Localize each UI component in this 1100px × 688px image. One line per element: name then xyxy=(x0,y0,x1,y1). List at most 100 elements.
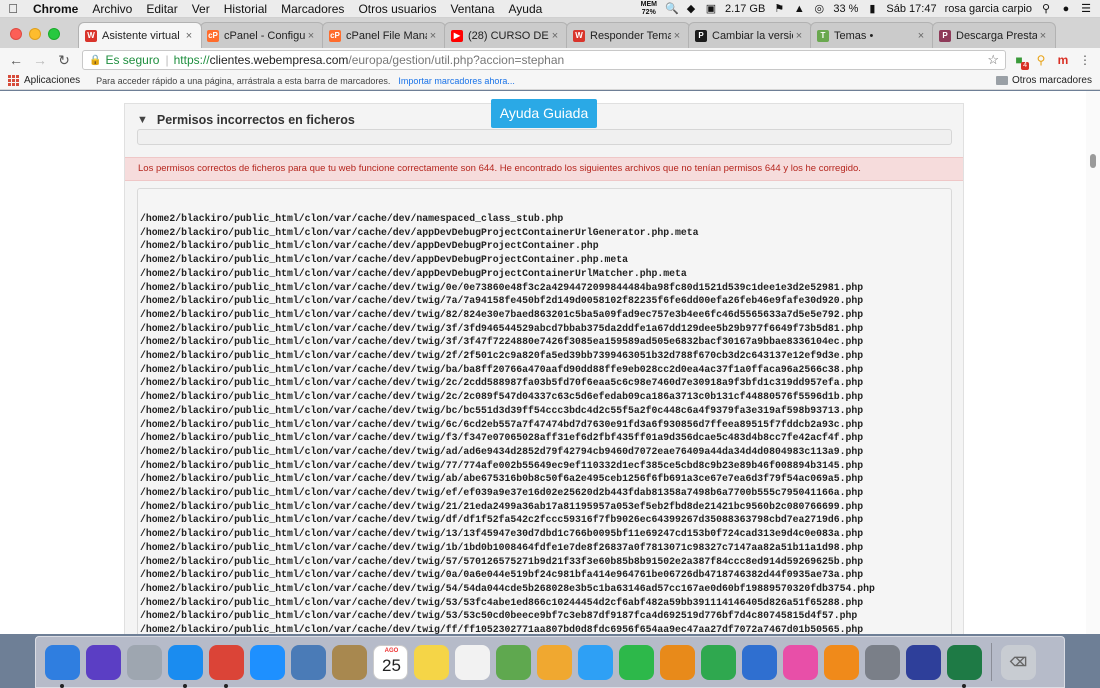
tab-3[interactable]: ▶ (28) CURSO DE PHP× xyxy=(444,22,568,48)
zoom-window-button[interactable] xyxy=(48,28,60,40)
pages-icon[interactable] xyxy=(660,644,695,680)
notification-center-icon[interactable]: ☰ xyxy=(1080,3,1092,15)
user-name[interactable]: rosa garcia carpio xyxy=(945,3,1032,15)
facetime-icon[interactable] xyxy=(619,644,654,680)
tab-2[interactable]: cP cPanel File Manager× xyxy=(322,22,446,48)
storage-icon[interactable]: ▣ xyxy=(705,3,717,15)
messages-icon[interactable] xyxy=(578,644,613,680)
extension-key-icon[interactable]: ⚲ xyxy=(1032,51,1050,69)
tab-0[interactable]: W Asistente virtual Stephan× xyxy=(78,22,202,48)
scrollbar[interactable] xyxy=(1086,91,1100,634)
extension-grammarly-icon[interactable]: ■ 4 xyxy=(1010,51,1029,70)
system-preferences-icon[interactable] xyxy=(865,644,900,680)
contacts-icon[interactable] xyxy=(332,644,367,680)
itunes-icon[interactable] xyxy=(783,644,818,680)
menu-ver[interactable]: Ver xyxy=(185,2,217,16)
safari-icon[interactable] xyxy=(250,644,285,680)
dock-separator xyxy=(991,643,992,681)
photos-icon[interactable] xyxy=(537,644,572,680)
tab-close-icon[interactable]: × xyxy=(427,30,439,42)
menu-ventana[interactable]: Ventana xyxy=(443,2,501,16)
file-path-item: /home2/blackiro/public_html/clon/var/cac… xyxy=(140,404,864,416)
secure-label[interactable]: Es seguro xyxy=(105,53,159,67)
tab-title: cPanel - Configuración xyxy=(224,29,305,42)
menu-historial[interactable]: Historial xyxy=(217,2,274,16)
file-path-item: /home2/blackiro/public_html/clon/var/cac… xyxy=(140,610,858,622)
tab-title: Temas • xyxy=(834,29,874,42)
lock-icon[interactable]: 🔒 xyxy=(89,55,101,66)
tab-close-icon[interactable]: × xyxy=(915,30,927,42)
file-path-item: /home2/blackiro/public_html/clon/var/cac… xyxy=(140,555,864,567)
menu-archivo[interactable]: Archivo xyxy=(85,2,139,16)
siri-icon[interactable] xyxy=(86,644,121,680)
dropbox-icon[interactable]: ◆ xyxy=(685,3,697,15)
reminders-icon[interactable] xyxy=(455,644,490,680)
tab-close-icon[interactable]: × xyxy=(183,30,195,42)
file-path-item: /home2/blackiro/public_html/clon/var/cac… xyxy=(140,336,864,348)
menu-app-name[interactable]: Chrome xyxy=(26,2,85,16)
notes-icon[interactable] xyxy=(414,644,449,680)
tab-close-icon[interactable]: × xyxy=(549,30,561,42)
finder-icon[interactable] xyxy=(45,644,80,688)
menu-editar[interactable]: Editar xyxy=(139,2,184,16)
forward-button[interactable]: → xyxy=(30,50,50,70)
siri-menu-icon[interactable]: ● xyxy=(1060,3,1072,15)
tab-title: cPanel File Manager xyxy=(346,29,427,42)
excel-icon[interactable] xyxy=(947,644,982,688)
trash-icon[interactable]: ⌫ xyxy=(1001,644,1036,680)
guided-help-button[interactable]: Ayuda Guiada xyxy=(491,99,597,128)
battery-icon[interactable]: ▮ xyxy=(866,3,878,15)
launchpad-icon[interactable] xyxy=(127,644,162,680)
window-controls xyxy=(10,28,60,40)
tab-title: (28) CURSO DE PHP xyxy=(468,29,549,42)
memory-indicator[interactable]: MEM 72% xyxy=(641,1,657,17)
app-store-icon[interactable] xyxy=(168,644,203,688)
calendar-day: 25 xyxy=(382,655,401,675)
file-path-item: /home2/blackiro/public_html/clon/var/cac… xyxy=(140,213,564,224)
flag-icon[interactable]: ⚑ xyxy=(773,3,785,15)
preview-icon[interactable] xyxy=(291,644,326,680)
address-bar[interactable]: 🔒 Es seguro | https://clientes.webempres… xyxy=(82,50,1006,70)
keynote-icon[interactable] xyxy=(742,644,777,680)
search-tool-icon[interactable]: 🔍 xyxy=(665,3,679,15)
ibooks-icon[interactable] xyxy=(824,644,859,680)
close-window-button[interactable] xyxy=(10,28,22,40)
tab-close-icon[interactable]: × xyxy=(1037,30,1049,42)
apps-grid-icon[interactable] xyxy=(8,75,19,86)
import-bookmarks-link[interactable]: Importar marcadores ahora... xyxy=(398,76,515,86)
chrome-icon[interactable] xyxy=(209,644,244,688)
tab-favicon-icon: P xyxy=(939,29,951,42)
tab-6[interactable]: T Temas • × xyxy=(810,22,934,48)
clock[interactable]: Sáb 17:47 xyxy=(886,3,936,15)
menu-marcadores[interactable]: Marcadores xyxy=(274,2,351,16)
kodi-icon[interactable] xyxy=(906,644,941,680)
tab-1[interactable]: cP cPanel - Configuración× xyxy=(200,22,324,48)
maps-icon[interactable] xyxy=(496,644,531,680)
file-path-item: /home2/blackiro/public_html/clon/var/cac… xyxy=(140,391,864,403)
apple-icon[interactable]:  xyxy=(0,1,26,16)
extension-m-icon[interactable]: m xyxy=(1054,51,1072,69)
apps-shortcut[interactable]: Aplicaciones xyxy=(24,75,80,86)
spotlight-icon[interactable]: ⚲ xyxy=(1040,3,1052,15)
tab-close-icon[interactable]: × xyxy=(671,30,683,42)
bookmark-star-icon[interactable]: ☆ xyxy=(987,52,999,68)
wifi-icon[interactable]: ◎ xyxy=(813,3,825,15)
tab-5[interactable]: P Cambiar la versión de PHP× xyxy=(688,22,812,48)
tab-4[interactable]: W Responder Tema: Error× xyxy=(566,22,690,48)
tab-close-icon[interactable]: × xyxy=(793,30,805,42)
tab-title: Cambiar la versión de PHP xyxy=(712,29,793,42)
tab-favicon-icon: P xyxy=(695,29,707,42)
tab-close-icon[interactable]: × xyxy=(305,30,317,42)
back-button[interactable]: ← xyxy=(6,50,26,70)
numbers-icon[interactable] xyxy=(701,644,736,680)
reload-button[interactable]: ↻ xyxy=(54,50,74,70)
menu-otros-usuarios[interactable]: Otros usuarios xyxy=(351,2,443,16)
chrome-menu-icon[interactable]: ⋮ xyxy=(1076,51,1094,69)
menu-ayuda[interactable]: Ayuda xyxy=(502,2,550,16)
calendar-icon[interactable]: AGO 25 xyxy=(373,644,408,680)
tab-7[interactable]: P Descarga PrestaShop× xyxy=(932,22,1056,48)
other-bookmarks[interactable]: Otros marcadores xyxy=(995,75,1092,86)
minimize-window-button[interactable] xyxy=(29,28,41,40)
scrollbar-thumb[interactable] xyxy=(1090,154,1096,168)
airplay-icon[interactable]: ▲ xyxy=(793,3,805,15)
